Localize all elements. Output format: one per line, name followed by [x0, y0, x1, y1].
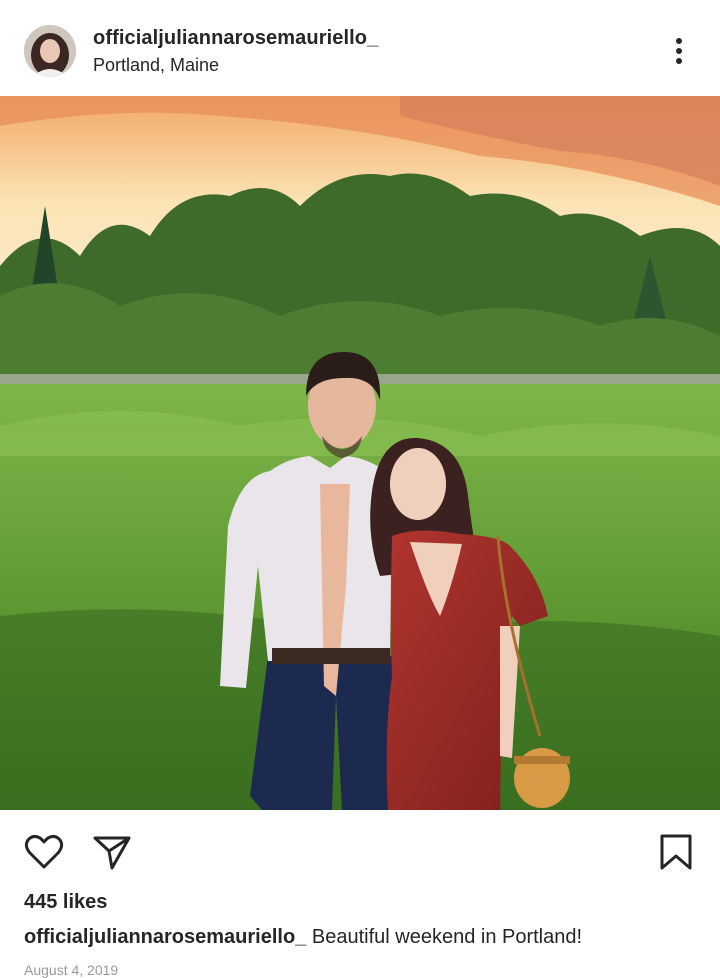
- post-photo[interactable]: [0, 96, 720, 810]
- more-options-icon[interactable]: [660, 30, 698, 70]
- heart-icon[interactable]: [22, 830, 66, 874]
- post-caption: officialjuliannarosemauriello_ Beautiful…: [24, 926, 582, 949]
- like-count[interactable]: 445 likes: [24, 891, 107, 914]
- avatar[interactable]: [24, 25, 76, 77]
- post-timestamp: August 4, 2019: [24, 962, 119, 978]
- caption-username[interactable]: officialjuliannarosemauriello_: [24, 926, 306, 948]
- post-username[interactable]: officialjuliannarosemauriello_: [93, 27, 378, 50]
- post-location[interactable]: Portland, Maine: [93, 55, 219, 76]
- post-actions: [0, 810, 720, 890]
- post-header: officialjuliannarosemauriello_ Portland,…: [0, 0, 720, 96]
- send-icon[interactable]: [90, 830, 134, 874]
- caption-text: Beautiful weekend in Portland!: [306, 926, 583, 948]
- bookmark-icon[interactable]: [654, 830, 698, 874]
